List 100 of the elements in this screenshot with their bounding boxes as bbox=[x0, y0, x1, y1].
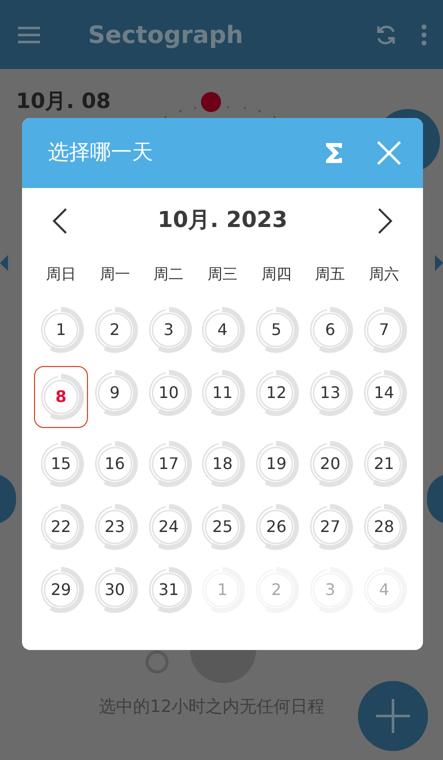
day-number: 11 bbox=[212, 382, 233, 404]
day-cell[interactable]: 24 bbox=[142, 500, 196, 554]
day-cell[interactable]: 9 bbox=[88, 366, 142, 420]
weekday-label: 周一 bbox=[98, 264, 131, 285]
day-number: 15 bbox=[50, 452, 72, 474]
day-number: 23 bbox=[104, 516, 125, 538]
day-number: 2 bbox=[110, 318, 120, 340]
day-cell[interactable]: 31 bbox=[142, 562, 196, 616]
day-number: 10 bbox=[158, 382, 179, 404]
day-cell[interactable]: 12 bbox=[249, 366, 304, 420]
day-number: 4 bbox=[378, 578, 390, 600]
day-number: 29 bbox=[50, 578, 72, 600]
day-number: 2 bbox=[271, 578, 282, 600]
day-number: 7 bbox=[378, 318, 390, 340]
day-ring-icon bbox=[361, 370, 408, 416]
day-cell[interactable]: 11 bbox=[196, 366, 250, 420]
day-cell[interactable]: 22 bbox=[34, 500, 88, 554]
day-number: 31 bbox=[158, 578, 179, 600]
weekday-label: 周六 bbox=[368, 264, 400, 285]
day-number: 4 bbox=[217, 318, 228, 340]
day-number: 16 bbox=[104, 452, 125, 474]
day-cell[interactable]: 5 bbox=[249, 302, 304, 356]
weekday-label: 周二 bbox=[152, 264, 185, 285]
day-number: 26 bbox=[266, 516, 287, 538]
month-label: 10月. 2023 bbox=[158, 207, 288, 235]
day-ring-icon bbox=[253, 504, 300, 550]
day-cell[interactable]: 4 bbox=[196, 302, 250, 356]
day-ring-icon bbox=[253, 306, 300, 352]
day-ring-icon bbox=[253, 370, 300, 416]
next-month-icon[interactable] bbox=[377, 206, 393, 234]
day-number: 19 bbox=[266, 452, 287, 474]
day-cell[interactable]: 19 bbox=[249, 436, 304, 490]
plus-icon bbox=[376, 699, 410, 733]
close-icon[interactable] bbox=[377, 141, 401, 165]
day-cell[interactable]: 15 bbox=[34, 436, 88, 490]
day-number: 12 bbox=[266, 382, 287, 404]
menu-icon[interactable] bbox=[16, 24, 42, 44]
weekday-label: 周五 bbox=[314, 264, 346, 285]
day-ring-icon bbox=[199, 370, 246, 416]
day-number: 9 bbox=[110, 382, 120, 404]
day-cell[interactable]: 25 bbox=[196, 500, 250, 554]
day-ring-icon bbox=[253, 440, 300, 486]
day-cell[interactable]: 26 bbox=[249, 500, 304, 554]
day-number: 6 bbox=[325, 318, 336, 340]
day-cell[interactable]: 16 bbox=[88, 436, 142, 490]
day-cell[interactable]: 3 bbox=[142, 302, 196, 356]
day-cell[interactable]: 6 bbox=[303, 302, 358, 356]
day-number: 21 bbox=[374, 452, 394, 474]
day-ring-icon bbox=[307, 440, 354, 486]
day-cell[interactable]: 8 bbox=[34, 366, 88, 428]
day-ring-icon bbox=[361, 306, 408, 352]
day-cell[interactable]: 10 bbox=[142, 366, 196, 420]
day-ring-icon bbox=[199, 504, 246, 550]
day-number: 13 bbox=[320, 382, 340, 404]
day-number: 8 bbox=[55, 386, 66, 408]
day-cell[interactable]: 23 bbox=[88, 500, 142, 554]
weekday-label: 周日 bbox=[44, 264, 77, 285]
app-title: Sectograph bbox=[88, 20, 244, 50]
day-cell[interactable]: 13 bbox=[303, 366, 358, 420]
day-number: 5 bbox=[271, 318, 282, 340]
day-cell[interactable]: 27 bbox=[303, 500, 358, 554]
day-cell[interactable]: 7 bbox=[357, 302, 411, 356]
day-number: 20 bbox=[320, 452, 340, 474]
previous-month-icon[interactable] bbox=[52, 206, 68, 234]
weekday-label: 周四 bbox=[260, 264, 292, 285]
day-number: 18 bbox=[212, 452, 233, 474]
day-number: 30 bbox=[104, 578, 125, 600]
day-number: 28 bbox=[374, 516, 394, 538]
day-cell[interactable]: 18 bbox=[196, 436, 250, 490]
day-number: 14 bbox=[374, 382, 394, 404]
day-ring-icon bbox=[307, 370, 354, 416]
weekday-label: 周三 bbox=[206, 264, 238, 285]
day-cell[interactable]: 2 bbox=[88, 302, 142, 356]
day-cell[interactable]: 17 bbox=[142, 436, 196, 490]
day-cell[interactable]: 21 bbox=[357, 436, 411, 490]
day-ring-icon bbox=[361, 504, 408, 550]
day-number: 24 bbox=[158, 516, 179, 538]
sigma-icon[interactable] bbox=[325, 142, 343, 164]
day-ring-icon bbox=[199, 306, 246, 352]
day-cell[interactable]: 14 bbox=[357, 366, 411, 420]
day-number: 3 bbox=[325, 578, 336, 600]
day-ring-icon bbox=[361, 440, 408, 486]
day-ring-icon bbox=[307, 306, 354, 352]
day-cell[interactable]: 30 bbox=[88, 562, 142, 616]
day-number: 17 bbox=[158, 452, 179, 474]
day-cell[interactable]: 29 bbox=[34, 562, 88, 616]
day-number: 25 bbox=[212, 516, 233, 538]
day-cell[interactable]: 1 bbox=[34, 302, 88, 356]
day-number: 3 bbox=[164, 318, 174, 340]
current-date: 10月. 08 bbox=[16, 91, 111, 112]
day-number: 22 bbox=[50, 516, 72, 538]
more-icon[interactable] bbox=[421, 24, 427, 46]
day-ring-icon bbox=[307, 504, 354, 550]
dialog-title: 选择哪一天 bbox=[48, 139, 153, 166]
next-arrow-icon[interactable] bbox=[435, 255, 443, 271]
day-ring-icon bbox=[199, 440, 246, 486]
day-cell[interactable]: 20 bbox=[303, 436, 358, 490]
day-number: 27 bbox=[320, 516, 340, 538]
day-cell[interactable]: 28 bbox=[357, 500, 411, 554]
prev-arrow-icon[interactable] bbox=[0, 255, 8, 271]
